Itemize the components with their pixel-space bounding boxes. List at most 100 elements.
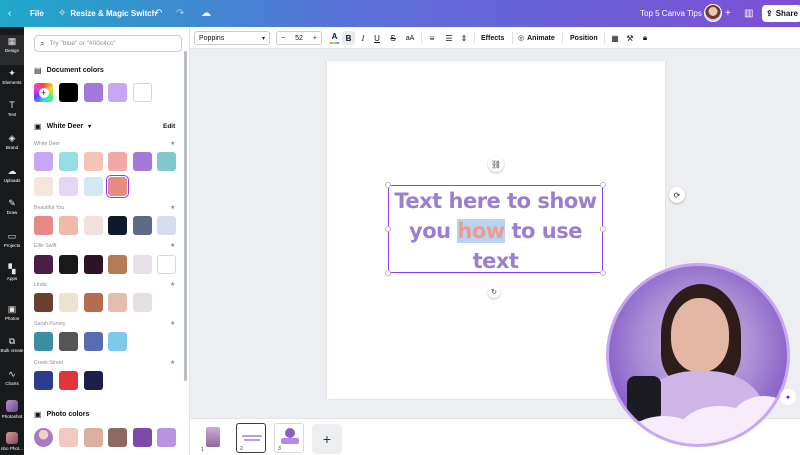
brand-kit-selector[interactable]: ▣ White Deer ▾ (34, 122, 91, 131)
color-swatch[interactable] (133, 293, 152, 312)
resize-handle[interactable] (385, 270, 391, 276)
rail-item-text[interactable]: T Text (0, 99, 24, 129)
panel-scrollbar[interactable] (184, 51, 187, 381)
increase-size-button[interactable]: + (313, 35, 317, 42)
star-icon[interactable]: ★ (170, 320, 175, 327)
color-swatch[interactable] (59, 177, 78, 196)
color-swatch-selected[interactable] (105, 174, 130, 199)
star-icon[interactable]: ★ (170, 204, 175, 211)
color-search-input[interactable]: ⌕ Try "blue" or "#00c4cc" (34, 35, 182, 52)
color-swatch[interactable] (108, 255, 127, 274)
color-swatch[interactable] (108, 83, 127, 102)
add-page-button[interactable]: + (312, 424, 342, 454)
animate-button[interactable]: ◎ Animate (518, 31, 555, 45)
color-swatch[interactable] (108, 332, 127, 351)
page-thumbnail-active[interactable]: 2 (236, 423, 266, 453)
resize-handle[interactable] (600, 182, 606, 188)
color-swatch[interactable] (59, 293, 78, 312)
analytics-button[interactable]: ▥ (744, 0, 753, 27)
color-swatch[interactable] (157, 152, 176, 171)
rail-item-app[interactable]: nbo Phot... (0, 432, 24, 455)
edit-brand-kit-link[interactable]: Edit (163, 123, 175, 130)
color-swatch[interactable] (133, 152, 152, 171)
copy-style-button[interactable]: ⚒ (624, 31, 636, 45)
lock-button[interactable]: 🔒︎ (639, 31, 651, 45)
color-swatch[interactable] (133, 216, 152, 235)
redo-button[interactable]: ↷ (176, 0, 184, 27)
font-family-dropdown[interactable]: Poppins ▾ (194, 31, 270, 45)
color-swatch[interactable] (133, 83, 152, 102)
color-swatch[interactable] (108, 216, 127, 235)
star-icon[interactable]: ★ (170, 359, 175, 366)
assistant-button[interactable]: ✦ (780, 389, 796, 405)
color-swatch[interactable] (157, 255, 176, 274)
document-title[interactable]: Top 5 Canva Tips (640, 0, 702, 27)
resize-magic-switch-button[interactable]: ✧ Resize & Magic Switch (58, 0, 157, 27)
rotate-handle[interactable]: ↻ (488, 286, 500, 298)
letter-case-button[interactable]: aA (403, 31, 417, 45)
color-swatch[interactable] (133, 255, 152, 274)
list-button[interactable]: ☰ (443, 31, 455, 45)
color-swatch[interactable] (84, 371, 103, 390)
avatar[interactable] (704, 4, 722, 22)
effects-button[interactable]: Effects (481, 31, 504, 45)
color-swatch[interactable] (108, 293, 127, 312)
align-button[interactable]: ≡ (426, 31, 438, 45)
rail-item-charts[interactable]: ∿ Charts (0, 368, 24, 398)
color-swatch[interactable] (59, 83, 78, 102)
cloud-sync-button[interactable]: ☁ (201, 0, 211, 27)
rail-item-elements[interactable]: ✦ Elements (0, 67, 24, 97)
spacing-button[interactable]: ⇕ (458, 31, 470, 45)
text-color-button[interactable]: A (329, 31, 340, 45)
color-swatch[interactable] (84, 293, 103, 312)
rail-item-bulk-create[interactable]: ⧉ Bulk create (0, 335, 24, 365)
color-swatch[interactable] (84, 255, 103, 274)
rail-item-photoshot[interactable]: Photoshot (0, 400, 24, 430)
color-swatch[interactable] (108, 152, 127, 171)
photo-thumbnail[interactable] (34, 428, 53, 447)
color-swatch[interactable] (34, 371, 53, 390)
strikethrough-button[interactable]: S (388, 31, 398, 45)
font-size-value[interactable]: 52 (295, 35, 303, 42)
resize-handle[interactable] (385, 182, 391, 188)
decrease-size-button[interactable]: − (281, 35, 285, 42)
color-swatch[interactable] (84, 152, 103, 171)
rail-item-draw[interactable]: ✎ Draw (0, 197, 24, 227)
rail-item-uploads[interactable]: ☁ Uploads (0, 165, 24, 195)
color-swatch[interactable] (157, 428, 176, 447)
star-icon[interactable]: ★ (170, 140, 175, 147)
color-swatch[interactable] (84, 428, 103, 447)
underline-button[interactable]: U (372, 31, 382, 45)
color-swatch[interactable] (34, 177, 53, 196)
star-icon[interactable]: ★ (170, 281, 175, 288)
color-swatch[interactable] (157, 216, 176, 235)
color-swatch[interactable] (34, 152, 53, 171)
undo-button[interactable]: ↶ (154, 0, 162, 27)
resize-handle[interactable] (600, 226, 606, 232)
file-menu[interactable]: File (30, 0, 44, 27)
rail-item-apps[interactable]: ▚ Apps (0, 263, 24, 293)
color-swatch[interactable] (84, 216, 103, 235)
transparency-button[interactable]: ▦ (609, 31, 621, 45)
color-swatch[interactable] (59, 332, 78, 351)
resize-handle[interactable] (385, 226, 391, 232)
color-swatch[interactable] (34, 293, 53, 312)
color-swatch[interactable] (84, 83, 103, 102)
rail-item-projects[interactable]: ▭ Projects (0, 230, 24, 260)
share-button[interactable]: ⇪ Share (762, 5, 800, 22)
resize-handle[interactable] (600, 270, 606, 276)
refresh-button[interactable]: ⟳ (669, 187, 685, 203)
color-swatch[interactable] (34, 216, 53, 235)
font-size-stepper[interactable]: − 52 + (276, 31, 322, 45)
color-swatch[interactable] (59, 371, 78, 390)
page-thumbnail[interactable]: 1 (198, 423, 228, 453)
color-swatch[interactable] (34, 332, 53, 351)
add-collaborator-button[interactable]: + (725, 0, 731, 27)
color-swatch[interactable] (84, 177, 103, 196)
back-button[interactable]: ‹ (8, 0, 11, 27)
rail-item-design[interactable]: ▦ Design (0, 35, 24, 65)
italic-button[interactable]: I (358, 31, 368, 45)
rail-item-brand[interactable]: ◈ Brand (0, 132, 24, 162)
color-swatch[interactable] (59, 428, 78, 447)
page-thumbnail[interactable]: 3 (274, 423, 304, 453)
